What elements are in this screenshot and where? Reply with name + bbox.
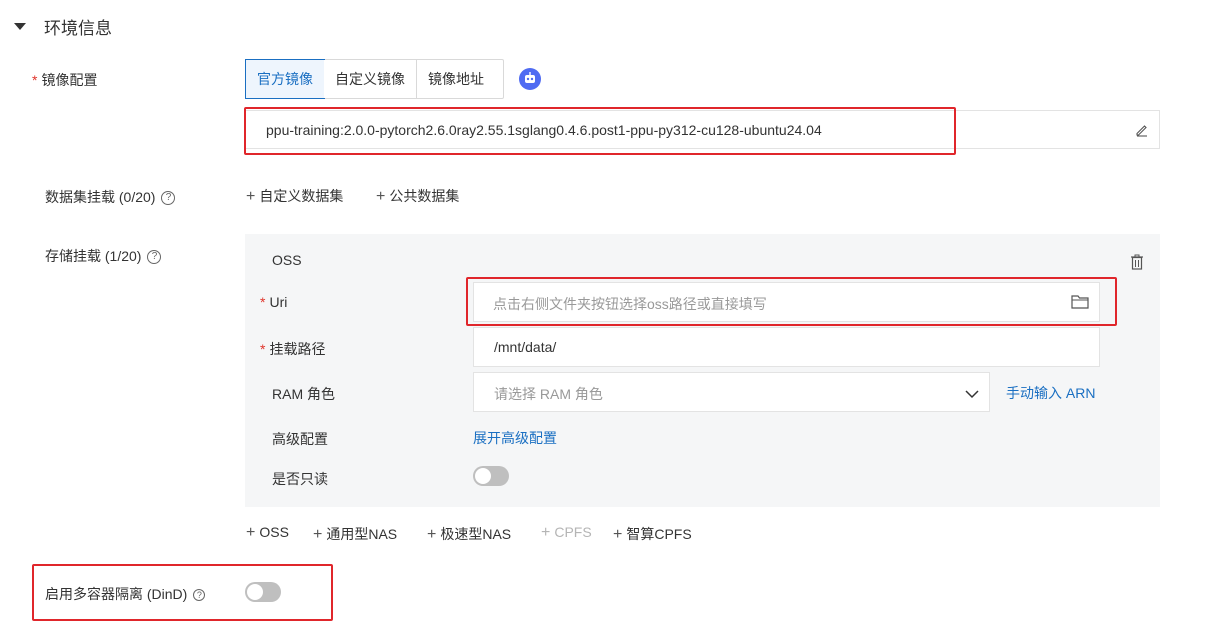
plus-icon: + <box>246 524 256 541</box>
required-mark: * <box>32 72 38 88</box>
question-circle-icon[interactable]: ? <box>147 250 162 265</box>
mount-path-input[interactable]: /mnt/data/ <box>473 327 1100 367</box>
card-title: OSS <box>272 252 302 268</box>
trash-icon[interactable] <box>1130 254 1144 270</box>
highlight-dind <box>32 564 333 621</box>
uri-label: * Uri <box>260 294 288 310</box>
ram-role-select[interactable]: 请选择 RAM 角色 <box>473 372 990 412</box>
expand-advanced-link[interactable]: 展开高级配置 <box>473 428 557 448</box>
highlight-image-value <box>244 107 956 155</box>
ram-role-label: RAM 角色 <box>272 386 335 402</box>
ram-role-placeholder: 请选择 RAM 角色 <box>494 386 603 402</box>
add-custom-dataset-button[interactable]: + 自定义数据集 <box>246 186 343 206</box>
image-source-tabs: 官方镜像 自定义镜像 镜像地址 <box>245 59 504 99</box>
section-header[interactable]: 环境信息 <box>14 14 112 38</box>
dataset-mount-label: 数据集挂载 (0/20)? <box>45 187 176 207</box>
add-oss-button[interactable]: + OSS <box>246 524 289 542</box>
manual-arn-link[interactable]: 手动输入 ARN <box>1006 383 1095 403</box>
add-cpfs-button: + CPFS <box>541 524 592 541</box>
readonly-toggle[interactable] <box>473 466 509 486</box>
tab-image-url[interactable]: 镜像地址 <box>417 60 495 98</box>
tab-official-image[interactable]: 官方镜像 <box>245 59 325 99</box>
robot-icon[interactable] <box>519 68 541 90</box>
oss-mount-card: OSS * Uri 点击右侧文件夹按钮选择oss路径或直接填写 * 挂载路径 /mn… <box>245 234 1160 507</box>
add-smart-cpfs-button[interactable]: + 智算CPFS <box>613 524 692 544</box>
storage-mount-label: 存储挂载 (1/20)? <box>45 246 162 266</box>
plus-icon: + <box>376 188 386 205</box>
mount-path-label: * 挂载路径 <box>260 341 326 357</box>
chevron-down-icon <box>965 386 979 399</box>
edit-pen-icon[interactable] <box>1135 123 1149 137</box>
plus-icon: + <box>313 526 323 543</box>
plus-icon: + <box>427 526 437 543</box>
caret-down-icon <box>14 22 26 30</box>
highlight-uri-input <box>466 277 1117 326</box>
question-circle-icon[interactable]: ? <box>161 191 176 206</box>
plus-icon: + <box>541 524 551 541</box>
plus-icon: + <box>246 188 256 205</box>
advanced-config-label: 高级配置 <box>272 431 328 447</box>
plus-icon: + <box>613 526 623 543</box>
mount-path-value: /mnt/data/ <box>494 339 557 355</box>
image-config-label: * 镜像配置 <box>32 72 98 88</box>
readonly-label: 是否只读 <box>272 471 328 487</box>
section-title: 环境信息 <box>44 18 112 38</box>
tab-custom-image[interactable]: 自定义镜像 <box>324 60 417 98</box>
add-public-dataset-button[interactable]: + 公共数据集 <box>376 186 459 206</box>
add-fast-nas-button[interactable]: + 极速型NAS <box>427 524 511 544</box>
add-general-nas-button[interactable]: + 通用型NAS <box>313 524 397 544</box>
